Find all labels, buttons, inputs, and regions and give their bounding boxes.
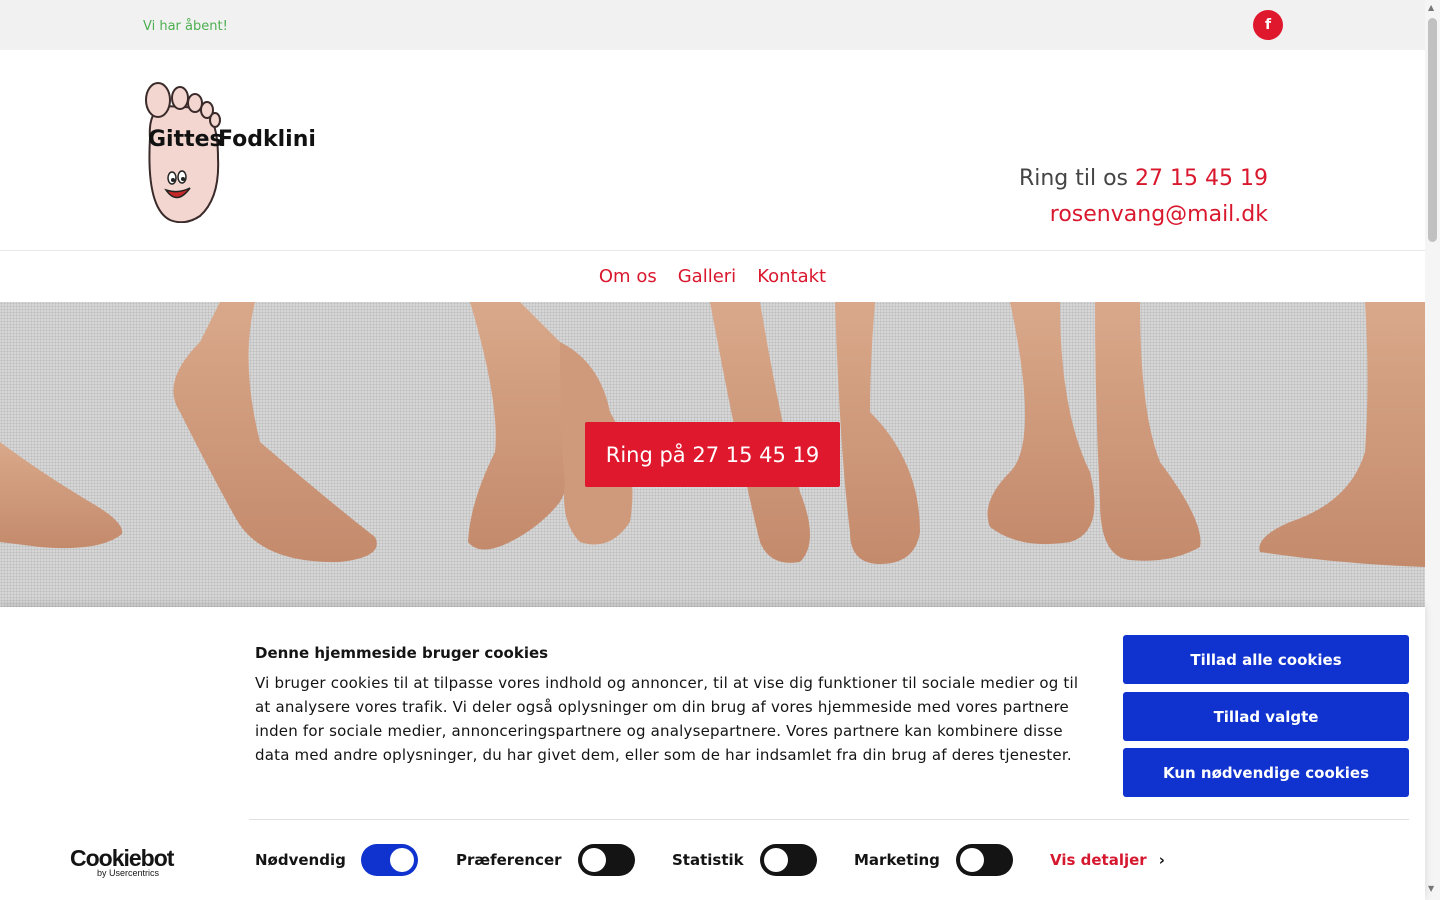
toggle-knob bbox=[960, 848, 984, 872]
nav-item-kontakt[interactable]: Kontakt bbox=[757, 266, 826, 287]
call-prefix: Ring til os bbox=[1018, 166, 1129, 191]
nav-item-om-os[interactable]: Om os bbox=[599, 266, 657, 287]
phone-link[interactable]: 27 15 45 19 bbox=[1135, 166, 1268, 191]
call-us: Ring til os 27 15 45 19 bbox=[1019, 166, 1268, 191]
page-scrollbar[interactable]: ▲ ▼ bbox=[1425, 0, 1440, 900]
clinic-logo[interactable]: Gittes Fodklinik bbox=[140, 78, 315, 223]
toggle-label-preferences: Præferencer bbox=[456, 851, 562, 869]
scroll-up-icon[interactable]: ▲ bbox=[1428, 3, 1434, 12]
scroll-down-icon[interactable]: ▼ bbox=[1428, 884, 1434, 893]
hero-banner: Ring på 27 15 45 19 bbox=[0, 302, 1425, 607]
toggle-knob bbox=[764, 848, 788, 872]
email-link[interactable]: rosenvang@mail.dk bbox=[1050, 202, 1268, 227]
toggle-label-necessary: Nødvendig bbox=[255, 851, 346, 869]
opening-status: Vi har åbent! bbox=[143, 19, 228, 34]
toggle-label-statistics: Statistik bbox=[672, 851, 744, 869]
cookie-title: Denne hjemmeside bruger cookies bbox=[255, 644, 549, 662]
toggle-knob bbox=[582, 848, 606, 872]
details-label: Vis detaljer bbox=[1050, 851, 1147, 869]
show-details-link[interactable]: Vis detaljer › bbox=[1050, 851, 1165, 869]
call-button[interactable]: Ring på 27 15 45 19 bbox=[585, 422, 840, 487]
toggle-necessary[interactable] bbox=[361, 844, 418, 876]
toggle-statistics[interactable] bbox=[760, 844, 817, 876]
chevron-right-icon: › bbox=[1158, 851, 1165, 869]
toggle-marketing[interactable] bbox=[956, 844, 1013, 876]
nav-item-galleri[interactable]: Galleri bbox=[678, 266, 736, 287]
cookie-description: Vi bruger cookies til at tilpasse vores … bbox=[255, 674, 1079, 764]
svg-text:Fodklinik: Fodklinik bbox=[218, 127, 315, 152]
cookie-banner: Denne hjemmeside bruger cookies Vi bruge… bbox=[0, 607, 1425, 900]
toggle-knob bbox=[390, 848, 414, 872]
main-nav: Om os Galleri Kontakt bbox=[0, 251, 1425, 302]
cookie-divider bbox=[249, 819, 1409, 820]
scroll-thumb[interactable] bbox=[1428, 18, 1437, 242]
top-bar: Vi har åbent! f bbox=[0, 0, 1425, 50]
necessary-only-button[interactable]: Kun nødvendige cookies bbox=[1123, 748, 1409, 797]
allow-selected-button[interactable]: Tillad valgte bbox=[1123, 692, 1409, 741]
allow-all-cookies-button[interactable]: Tillad alle cookies bbox=[1123, 635, 1409, 684]
toggle-label-marketing: Marketing bbox=[854, 851, 940, 869]
svg-text:Gittes: Gittes bbox=[148, 127, 223, 152]
facebook-icon[interactable]: f bbox=[1253, 10, 1283, 40]
cookiebot-logo[interactable]: Cookiebot by Usercentrics bbox=[70, 845, 174, 878]
site-header: Gittes Fodklinik Ring til os 27 15 45 19… bbox=[0, 50, 1425, 251]
toggle-preferences[interactable] bbox=[578, 844, 635, 876]
